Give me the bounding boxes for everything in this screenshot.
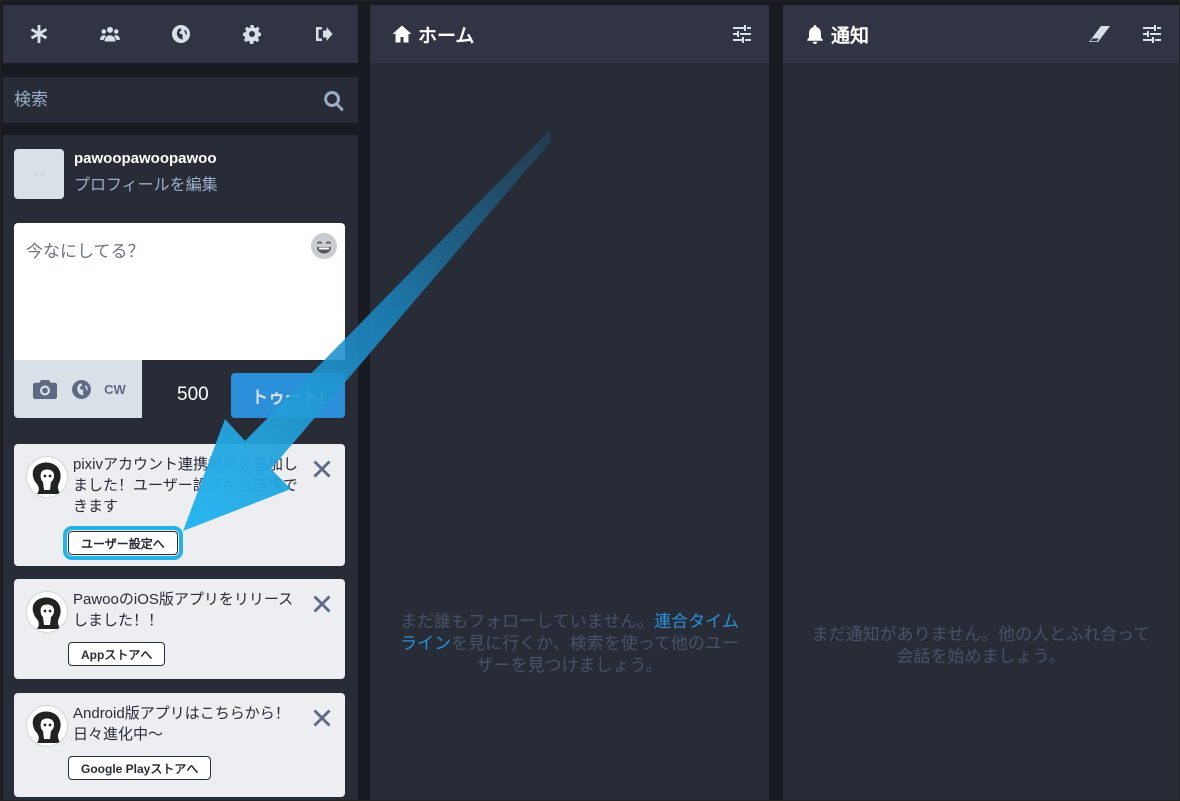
announcement-text: Android版アプリはこちらから！日々進化中〜 — [73, 705, 290, 743]
account-username[interactable]: pawoopawoopawoo — [74, 150, 217, 167]
emoji-picker-icon[interactable] — [311, 233, 337, 259]
announcement-text: PawooのiOS版アプリをリリースしました！！ — [73, 591, 294, 629]
camera-icon[interactable] — [26, 379, 64, 399]
content-warning-button[interactable]: CW — [98, 382, 132, 397]
compose-drawer: ｰ ｰ pawoopawoopawoo プロフィールを編集 今なにしてる？ CW — [3, 5, 358, 800]
empty-text-suffix: を見に行くか、検索を使って他のユーザーを見つけましょう。 — [451, 634, 739, 675]
column-title: 通知 — [831, 25, 870, 47]
home-empty-message: まだ誰もフォローしていません。連合タイムラインを見に行くか、検索を使って他のユー… — [370, 611, 769, 677]
close-icon[interactable] — [313, 709, 331, 727]
announcement-avatar — [26, 456, 68, 498]
account-header: ｰ ｰ pawoopawoopawoo プロフィールを編集 — [14, 149, 344, 199]
announcement-item: Android版アプリはこちらから！日々進化中〜 Google Playストアへ — [14, 693, 345, 797]
notifications-column-header[interactable]: 通知 — [783, 5, 1179, 63]
google-play-button[interactable]: Google Playストアへ — [68, 756, 212, 780]
column-title: ホーム — [418, 25, 475, 47]
empty-text-prefix: まだ誰もフォローしていません。 — [400, 612, 655, 631]
announcement-item: pixivアカウント連携機能を追加しました！ユーザー設定から連携できます ユーザ… — [14, 444, 345, 566]
getting-started-icon[interactable] — [3, 5, 74, 63]
drawer-nav — [3, 5, 358, 63]
app-window: ｰ ｰ pawoopawoopawoo プロフィールを編集 今なにしてる？ CW — [0, 0, 1180, 801]
search-icon[interactable] — [322, 89, 346, 113]
federated-timeline-icon[interactable] — [145, 5, 216, 63]
app-store-button[interactable]: Appストアへ — [68, 642, 166, 666]
logout-icon[interactable] — [287, 5, 358, 63]
search-bar — [3, 77, 358, 123]
announcement-text: pixivアカウント連携機能を追加しました！ユーザー設定から連携できます — [73, 456, 299, 515]
compose-toolbar: CW — [14, 360, 142, 418]
local-timeline-icon[interactable] — [74, 5, 145, 63]
toot-button[interactable]: トゥート! — [231, 373, 345, 418]
announcement-item: PawooのiOS版アプリをリリースしました！！ Appストアへ — [14, 579, 345, 679]
user-settings-button[interactable]: ユーザー設定へ — [63, 526, 183, 560]
notifications-column: 通知 まだ通知がありません。他の人とふれ合って会話を始めましょう。 — [783, 5, 1179, 800]
bell-icon — [805, 24, 825, 44]
compose-panel: ｰ ｰ pawoopawoopawoo プロフィールを編集 今なにしてる？ CW — [3, 135, 358, 800]
column-settings-icon[interactable] — [732, 24, 752, 44]
eraser-icon[interactable] — [1087, 24, 1111, 44]
announcement-avatar — [26, 591, 68, 633]
close-icon[interactable] — [313, 595, 331, 613]
globe-icon[interactable] — [64, 379, 98, 400]
avatar-placeholder: ｰ ｰ — [33, 170, 45, 181]
avatar[interactable]: ｰ ｰ — [14, 149, 64, 199]
compose-placeholder: 今なにしてる？ — [26, 242, 145, 261]
notifications-empty-message: まだ通知がありません。他の人とふれ合って会話を始めましょう。 — [811, 625, 1151, 666]
home-icon — [392, 24, 412, 44]
preferences-icon[interactable] — [216, 5, 287, 63]
character-counter: 500 — [177, 384, 209, 405]
column-settings-icon[interactable] — [1142, 24, 1162, 44]
home-column: ホーム まだ誰もフォローしていません。連合タイムラインを見に行くか、検索を使って… — [370, 5, 769, 800]
home-column-header[interactable]: ホーム — [370, 5, 769, 63]
announcement-avatar — [26, 705, 68, 747]
compose-textarea[interactable]: 今なにしてる？ — [14, 223, 345, 360]
edit-profile-link[interactable]: プロフィールを編集 — [74, 171, 218, 195]
close-icon[interactable] — [313, 460, 331, 478]
search-input[interactable] — [3, 77, 314, 123]
